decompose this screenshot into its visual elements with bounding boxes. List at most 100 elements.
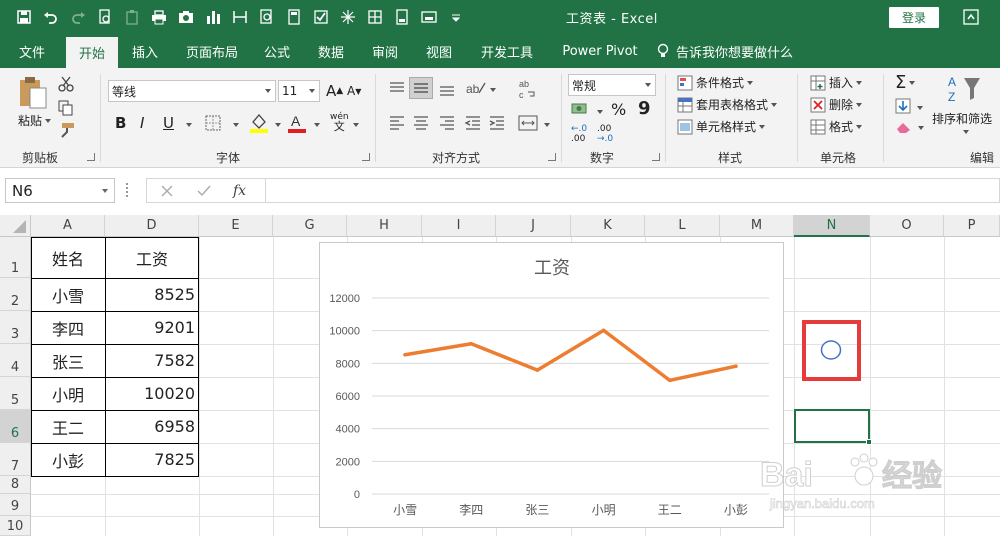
row-header-9[interactable]: 9 [0,494,31,516]
number-launcher[interactable] [652,153,660,161]
delete-cells-button[interactable]: 删除 [810,96,863,113]
save-button[interactable] [10,5,37,29]
paste-button[interactable] [18,74,48,110]
spark-button[interactable] [334,5,361,29]
percent-button[interactable]: % [611,100,626,119]
clear-icon[interactable] [895,120,913,134]
tab-review[interactable]: 审阅 [362,34,408,68]
row-header-10[interactable]: 10 [0,516,31,536]
tab-power-pivot[interactable]: Power Pivot [552,34,648,68]
redo-button[interactable] [64,5,91,29]
row-header-2[interactable]: 2 [0,278,31,311]
format-cells-button[interactable]: 格式 [810,118,863,135]
printer-button[interactable] [145,5,172,29]
sort-filter-icon[interactable]: AZ [946,74,982,106]
clipboard-button[interactable] [118,5,145,29]
increase-font-button[interactable]: A ▲ [326,82,343,100]
merge-center-icon[interactable] [518,114,538,132]
align-left-icon[interactable] [388,114,406,132]
calculator-button[interactable] [280,5,307,29]
tell-me-box[interactable]: 告诉我你想要做什么 [656,34,793,68]
autosum-button[interactable]: Σ [895,72,916,93]
line-chart[interactable]: 工资 0 2000 4000 6000 8000 10000 12000 小雪 李四 张三 小明 王二 小… [319,242,784,528]
chart-button[interactable] [199,5,226,29]
undo-button[interactable] [37,5,64,29]
sort-filter-dropdown-icon[interactable] [963,130,969,134]
currency-dropdown-icon[interactable] [597,110,603,114]
formula-input[interactable] [266,178,1000,203]
column-header-n[interactable]: N [794,215,870,237]
column-header-j[interactable]: J [496,215,571,237]
conditional-format-button[interactable]: 条件格式 [677,74,754,91]
column-header-k[interactable]: K [571,215,645,237]
comma-button[interactable]: 9 [638,98,651,119]
circle-shape[interactable] [806,324,857,377]
copy-icon[interactable] [58,100,74,116]
name-box[interactable]: N6 [5,178,115,203]
font-color-dropdown-icon[interactable] [314,123,320,127]
row-header-5[interactable]: 5 [0,377,31,410]
paste-label[interactable]: 粘贴 [18,112,52,129]
wrap-text-icon[interactable]: abc [518,78,538,100]
formula-bar-grip[interactable] [126,183,129,197]
format-painter-icon[interactable] [58,122,76,138]
fill-dropdown-icon[interactable] [917,106,923,110]
clear-dropdown-icon[interactable] [918,126,924,130]
column-header-h[interactable]: H [347,215,422,237]
tab-data[interactable]: 数据 [308,34,354,68]
table-cell-name[interactable]: 小明 [31,377,105,410]
cell-styles-button[interactable]: 单元格样式 [677,118,766,135]
login-button[interactable]: 登录 [889,7,939,28]
fill-color-dropdown-icon[interactable] [275,123,281,127]
row-header-4[interactable]: 4 [0,344,31,377]
phonetic-dropdown-icon[interactable] [353,123,359,127]
tab-view[interactable]: 视图 [416,34,462,68]
table-cell-name[interactable]: 王二 [31,410,105,443]
alignment-launcher[interactable] [548,153,556,161]
table-cell-salary[interactable]: 6958 [105,410,195,443]
orientation-icon[interactable]: ab [465,79,487,97]
insert-function-button[interactable]: fx [233,183,246,199]
row-header-3[interactable]: 3 [0,311,31,344]
find-button[interactable] [253,5,280,29]
row-header-6[interactable]: 6 [0,410,31,443]
fill-down-icon[interactable] [895,98,911,114]
print-preview-button[interactable] [91,5,118,29]
table-header-salary[interactable]: 工资 [105,237,199,278]
align-bottom-icon[interactable] [438,80,456,98]
table-cell-salary[interactable]: 10020 [105,377,195,410]
border-dropdown-icon[interactable] [233,123,239,127]
border-icon[interactable] [205,115,221,131]
enter-icon[interactable] [197,185,211,197]
row-header-8[interactable]: 8 [0,476,31,494]
table-cell-name[interactable]: 李四 [31,311,105,344]
tab-insert[interactable]: 插入 [122,34,168,68]
column-header-a[interactable]: A [31,215,105,237]
checkbox-button[interactable] [307,5,334,29]
cut-icon[interactable] [58,76,74,92]
cancel-icon[interactable] [161,185,173,197]
table-cell-salary[interactable]: 7825 [105,443,195,476]
currency-icon[interactable] [571,101,593,119]
italic-button[interactable]: I [140,114,144,132]
tab-file[interactable]: 文件 [8,34,56,68]
decrease-font-button[interactable]: A ▼ [347,84,361,98]
table-header-name[interactable]: 姓名 [31,237,105,278]
align-center-icon[interactable] [412,114,430,132]
table-cell-name[interactable]: 小雪 [31,278,105,311]
decrease-decimal-button[interactable]: .00 →.0 [597,124,613,144]
column-header-m[interactable]: M [720,215,794,237]
number-format-combo[interactable]: 常规 [568,74,656,96]
sort-filter-label[interactable]: 排序和筛选 [932,110,992,127]
tab-developer[interactable]: 开发工具 [470,34,544,68]
table-cell-name[interactable]: 张三 [31,344,105,377]
select-all-button[interactable] [0,215,31,237]
format-as-table-button[interactable]: 套用表格格式 [677,96,778,113]
align-middle-button[interactable] [409,77,433,99]
row-header-7[interactable]: 7 [0,443,31,476]
row-header-1[interactable]: 1 [0,237,31,278]
underline-dropdown-icon[interactable] [186,123,192,127]
clipboard-launcher[interactable] [87,153,95,161]
align-right-icon[interactable] [438,114,456,132]
table-cell-salary[interactable]: 7582 [105,344,195,377]
